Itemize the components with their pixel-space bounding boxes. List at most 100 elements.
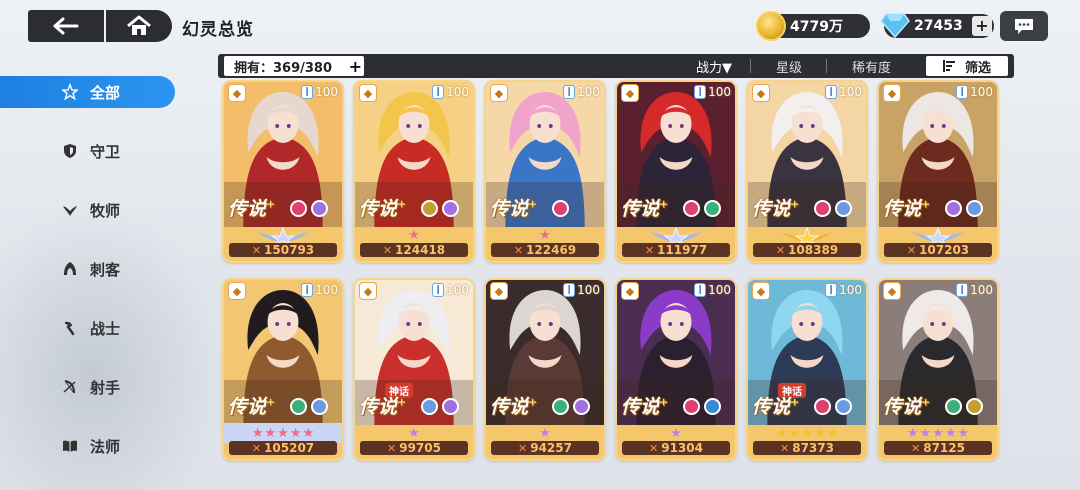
hero-card[interactable]: ◆ ❙ 100 传说+ ★ ★ ★ ★ ★ ✕ 105207: [222, 278, 344, 461]
rank-label: 传说+: [883, 197, 931, 220]
element-icon: [311, 398, 328, 415]
star-rating: ★: [617, 423, 735, 443]
crossed-swords-icon: ✕: [649, 441, 659, 455]
combat-power: ✕ 111977: [622, 243, 730, 257]
hero-level-value: 100: [577, 283, 600, 297]
rank-label: 传说+: [490, 395, 538, 418]
hero-level: ❙ 100: [956, 84, 993, 100]
hero-level: ❙ 100: [563, 282, 600, 298]
element-icons: [945, 398, 983, 415]
level-gem-icon: ❙: [563, 85, 576, 99]
owned-count[interactable]: 拥有：369/380 +: [224, 56, 364, 76]
axe-icon: [62, 320, 78, 336]
sort-power[interactable]: 战力▼: [696, 57, 732, 76]
rank-label: 传说+: [621, 197, 669, 220]
home-icon: [127, 15, 151, 35]
back-button[interactable]: [28, 10, 104, 42]
crossed-swords-icon: ✕: [911, 441, 921, 455]
sidebar-item-1[interactable]: 守卫: [0, 135, 180, 167]
filter-button[interactable]: 筛选: [926, 56, 1008, 76]
hero-card[interactable]: ◆ ❙ 100 神话 传说+ ★ ✕ 99705: [353, 278, 475, 461]
sidebar-item-2[interactable]: 牧师: [0, 194, 180, 226]
level-gem-icon: ❙: [825, 85, 838, 99]
add-gems-button[interactable]: +: [972, 16, 992, 36]
star-icon: ★: [932, 425, 944, 441]
star-icon: ★: [788, 425, 801, 441]
hero-level-value: 100: [708, 85, 731, 99]
combat-power: ✕ 94257: [491, 441, 599, 455]
element-icons: [552, 398, 590, 415]
element-icon: [704, 200, 721, 217]
combat-power-value: 108389: [788, 243, 839, 257]
element-icon: [552, 398, 569, 415]
class-sidebar: 全部守卫牧师刺客战士射手法师: [0, 76, 180, 489]
element-icons: [290, 200, 328, 217]
combat-power: ✕ 122469: [491, 243, 599, 257]
hero-level-value: 100: [577, 85, 600, 99]
sidebar-item-6[interactable]: 法师: [0, 430, 180, 462]
element-icon: [442, 200, 459, 217]
star-icon: ★: [944, 425, 957, 441]
chat-button[interactable]: [1000, 11, 1048, 41]
hero-card[interactable]: ◆ ❙ 100 传说+ ★ ★ ★ ★ ★ ✕ 87125: [877, 278, 999, 461]
crossed-swords-icon: ✕: [780, 441, 790, 455]
crossed-swords-icon: ✕: [775, 243, 786, 257]
star-icon: ★: [408, 227, 420, 243]
home-button[interactable]: [106, 10, 172, 42]
hero-card[interactable]: ◆ ❙ 100 传说+ ✕ 108389: [746, 80, 868, 263]
crossed-swords-icon: ✕: [387, 441, 397, 455]
divider: [750, 59, 751, 73]
hero-card[interactable]: ◆ ❙ 100 神话 传说+ ★ ★ ★ ★ ★ ✕ 87373: [746, 278, 868, 461]
class-badge-icon: ◆: [752, 84, 770, 102]
diamond-icon: [880, 13, 910, 38]
combat-power-value: 87373: [792, 441, 834, 455]
hood-icon: [62, 261, 78, 277]
star-icon: ★: [775, 425, 788, 441]
combat-power-value: 94257: [530, 441, 572, 455]
hero-card[interactable]: ◆ ❙ 100 传说+ ✕ 107203: [877, 80, 999, 263]
hero-card[interactable]: ◆ ❙ 100 传说+ ★ ✕ 122469: [484, 80, 606, 263]
class-badge-icon: ◆: [490, 282, 508, 300]
class-badge-icon: ◆: [359, 84, 377, 102]
star-icon: ★: [408, 425, 420, 441]
sidebar-item-4[interactable]: 战士: [0, 312, 180, 344]
star-icon: ★: [919, 425, 932, 441]
gold-value: 4779万: [790, 19, 843, 35]
sidebar-item-label: 全部: [90, 83, 121, 102]
star-icon: ★: [251, 425, 264, 441]
crossed-swords-icon: ✕: [251, 243, 262, 257]
sidebar-item-0[interactable]: 全部: [0, 76, 175, 108]
crossed-swords-icon: ✕: [513, 243, 524, 257]
hero-card[interactable]: ◆ ❙ 100 传说+ ✕ 111977: [615, 80, 737, 263]
back-arrow-icon: [53, 17, 79, 35]
star-rating: [879, 225, 997, 245]
crossed-swords-icon: ✕: [382, 243, 393, 257]
hero-card[interactable]: ◆ ❙ 100 传说+ ★ ✕ 124418: [353, 80, 475, 263]
sidebar-item-label: 守卫: [90, 142, 121, 161]
sidebar-item-3[interactable]: 刺客: [0, 253, 180, 285]
hero-card[interactable]: ◆ ❙ 100 传说+ ★ ✕ 91304: [615, 278, 737, 461]
gold-counter: 4779万: [756, 11, 870, 41]
sort-rarity[interactable]: 稀有度: [852, 57, 891, 76]
hero-card[interactable]: ◆ ❙ 100 传说+ ✕ 150793: [222, 80, 344, 263]
rank-label: 传说+: [359, 395, 407, 418]
hero-level-value: 100: [839, 283, 862, 297]
rank-text: 传说: [883, 198, 922, 220]
level-gem-icon: ❙: [956, 85, 969, 99]
element-icons: [814, 200, 852, 217]
element-icons: [945, 200, 983, 217]
star-icon: ★: [801, 425, 813, 441]
hero-card[interactable]: ◆ ❙ 100 传说+ ★ ✕ 94257: [484, 278, 606, 461]
class-badge-icon: ◆: [359, 282, 377, 300]
sidebar-item-5[interactable]: 射手: [0, 371, 180, 403]
expand-slots-button[interactable]: +: [349, 57, 362, 76]
sort-star[interactable]: 星级: [776, 57, 802, 76]
level-gem-icon: ❙: [956, 283, 969, 297]
element-icons: [683, 200, 721, 217]
combat-power: ✕ 99705: [360, 441, 468, 455]
sidebar-item-label: 牧师: [90, 201, 121, 220]
class-badge-icon: ◆: [883, 282, 901, 300]
rank-text: 传说: [752, 396, 791, 418]
hero-level: ❙ 100: [694, 84, 731, 100]
hero-level-value: 100: [315, 283, 338, 297]
